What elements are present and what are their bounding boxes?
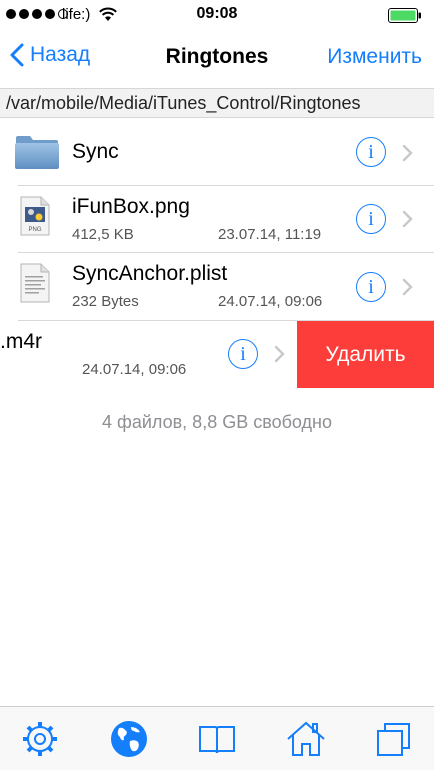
info-button[interactable]: i — [356, 272, 386, 302]
home-icon[interactable] — [286, 719, 326, 759]
chevron-right-icon — [274, 345, 285, 363]
current-path: /var/mobile/Media/iTunes_Control/Rington… — [6, 93, 361, 113]
chevron-right-icon — [402, 210, 413, 228]
windows-icon[interactable] — [374, 719, 414, 759]
book-icon[interactable] — [197, 719, 237, 759]
path-bar: /var/mobile/Media/iTunes_Control/Rington… — [0, 88, 434, 118]
tab-bar — [0, 706, 434, 770]
edit-button[interactable]: Изменить — [327, 45, 422, 69]
file-size: 232 Bytes — [72, 293, 139, 310]
list-item-folder[interactable]: Sync i — [0, 118, 434, 186]
chevron-right-icon — [402, 278, 413, 296]
list-item-file-swiped[interactable]: .m4r 24.07.14, 09:06 i Удалить — [0, 321, 434, 388]
list-item-file[interactable]: PNG iFunBox.png 412,5 KB 23.07.14, 11:19… — [0, 186, 434, 253]
file-date: 24.07.14, 09:06 — [218, 293, 323, 310]
chevron-right-icon — [402, 144, 413, 162]
battery-icon — [388, 8, 421, 23]
info-button[interactable]: i — [228, 339, 258, 369]
delete-button[interactable]: Удалить — [297, 321, 434, 388]
file-date: 24.07.14, 09:06 — [82, 361, 187, 378]
globe-icon[interactable] — [109, 719, 149, 759]
storage-summary: 4 файлов, 8,8 GB свободно — [102, 412, 332, 432]
file-name: iFunBox.png — [72, 195, 190, 218]
status-bar: life:) 09:08 — [0, 0, 434, 30]
gear-icon[interactable] — [20, 719, 60, 759]
info-button[interactable]: i — [356, 137, 386, 167]
file-name: .m4r — [0, 330, 42, 353]
document-file-icon — [20, 263, 50, 303]
svg-text:PNG: PNG — [28, 227, 41, 233]
info-button[interactable]: i — [356, 204, 386, 234]
status-time: 09:08 — [196, 5, 238, 22]
file-size: 412,5 KB — [72, 226, 134, 243]
image-file-icon: PNG — [20, 196, 50, 236]
list-item-file[interactable]: SyncAnchor.plist 232 Bytes 24.07.14, 09:… — [0, 253, 434, 321]
file-name: Sync — [72, 140, 119, 163]
file-name: SyncAnchor.plist — [72, 262, 228, 285]
navigation-bar: Назад Ringtones Изменить — [0, 30, 434, 86]
folder-icon — [15, 136, 59, 169]
back-button-label: Назад — [30, 43, 91, 66]
chevron-left-icon — [10, 43, 24, 67]
file-date: 23.07.14, 11:19 — [218, 226, 322, 243]
back-button[interactable]: Назад — [10, 43, 90, 67]
